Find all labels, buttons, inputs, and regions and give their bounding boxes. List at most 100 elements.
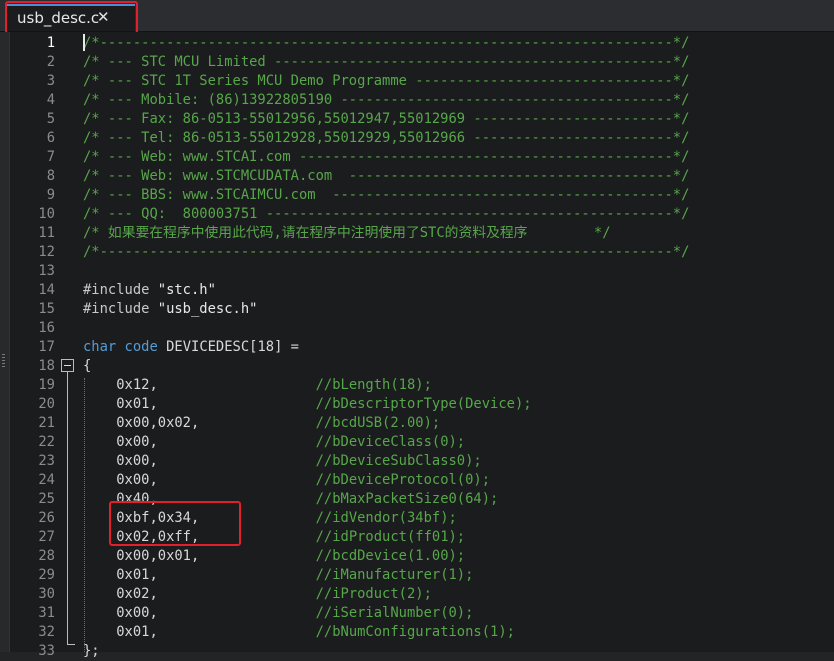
line-number: 12	[38, 244, 55, 260]
code-token: "usb_desc.h"	[157, 301, 258, 317]
code-text: 0x01, //bNumConfigurations(1);	[83, 623, 515, 642]
code-line[interactable]: 24 0x00, //bDeviceProtocol(0);	[0, 471, 834, 490]
line-number: 30	[38, 586, 55, 602]
code-text: /* --- STC MCU Limited -----------------…	[83, 53, 689, 72]
line-number: 7	[46, 149, 55, 165]
code-line[interactable]: 3 /* --- STC 1T Series MCU Demo Programme…	[0, 72, 834, 91]
line-number: 11	[38, 225, 55, 241]
code-token: /* --- Web: www.STCAI.com --------------…	[83, 149, 690, 165]
code-line[interactable]: 19 0x12, //bLength(18);	[0, 376, 834, 395]
code-text: /* --- BBS: www.STCAIMCU.com -----------…	[83, 186, 689, 205]
line-number: 3	[46, 73, 55, 89]
code-line[interactable]: 29 0x01, //iManufacturer(1);	[0, 566, 834, 585]
line-number: 9	[46, 187, 55, 203]
code-token: //idVendor(34bf);	[315, 510, 457, 526]
code-line[interactable]: 1 /*-------------------------------------…	[0, 34, 834, 53]
code-token: //bcdUSB(2.00);	[315, 415, 441, 431]
code-line[interactable]: 4 /* --- Mobile: (86)13922805190 --------…	[0, 91, 834, 110]
line-number: 23	[38, 453, 55, 469]
code-line[interactable]: 16	[0, 319, 834, 338]
fold-region-line	[67, 372, 68, 644]
code-line[interactable]: 11 /* 如果要在程序中使用此代码,请在程序中注明使用了STC的资料及程序 */	[0, 224, 834, 243]
code-line[interactable]: 7 /* --- Web: www.STCAI.com -------------…	[0, 148, 834, 167]
line-number: 2	[46, 54, 55, 70]
line-number: 16	[38, 320, 55, 336]
code-text: char code DEVICEDESC[18] =	[83, 338, 299, 357]
code-line[interactable]: 2 /* --- STC MCU Limited ----------------…	[0, 53, 834, 72]
code-token: //idProduct(ff01);	[315, 529, 466, 545]
code-text: 0x01, //iManufacturer(1);	[83, 566, 473, 585]
line-number: 21	[38, 415, 55, 431]
code-text: /* --- Web: www.STCAI.com --------------…	[83, 148, 689, 167]
code-text: 0x02, //iProduct(2);	[83, 585, 432, 604]
line-number: 26	[38, 510, 55, 526]
code-line[interactable]: 28 0x00,0x01, //bcdDevice(1.00);	[0, 547, 834, 566]
line-number: 17	[38, 339, 55, 355]
code-line[interactable]: 21 0x00,0x02, //bcdUSB(2.00);	[0, 414, 834, 433]
code-token: /* --- STC 1T Series MCU Demo Programme …	[83, 73, 690, 89]
code-token: //iSerialNumber(0);	[315, 605, 474, 621]
code-line[interactable]: 17 char code DEVICEDESC[18] =	[0, 338, 834, 357]
code-text: /* --- Fax: 86-0513-55012956,55012947,55…	[83, 110, 689, 129]
code-token: /* --- QQ: 800003751 -------------------…	[83, 206, 690, 222]
code-token: //bDeviceSubClass0);	[315, 453, 482, 469]
code-token: 0x01,	[83, 624, 316, 640]
code-token: /* --- STC MCU Limited -----------------…	[83, 54, 690, 70]
code-line[interactable]: 23 0x00, //bDeviceSubClass0);	[0, 452, 834, 471]
code-line[interactable]: 12 /*------------------------------------…	[0, 243, 834, 262]
code-text: 0x00,0x02, //bcdUSB(2.00);	[83, 414, 440, 433]
code-text: 0x00, //bDeviceProtocol(0);	[83, 471, 490, 490]
code-line[interactable]: 20 0x01, //bDescriptorType(Device);	[0, 395, 834, 414]
code-token: /* --- Tel: 86-0513-55012928,55012929,55…	[83, 130, 690, 146]
tab-bar: usb_desc.c ✕	[0, 0, 834, 34]
code-token: 0x00,	[83, 434, 316, 450]
code-text: /* --- QQ: 800003751 -------------------…	[83, 205, 689, 224]
tab-highlight-box	[5, 1, 138, 34]
code-text: #include "usb_desc.h"	[83, 300, 257, 319]
indent-guide	[84, 378, 86, 652]
code-line[interactable]: 32 0x01, //bNumConfigurations(1);	[0, 623, 834, 642]
code-line[interactable]: 30 0x02, //iProduct(2);	[0, 585, 834, 604]
line-number: 13	[38, 263, 55, 279]
code-line[interactable]: 18 {	[0, 357, 834, 376]
line-number: 10	[38, 206, 55, 222]
code-text: 0x00, //bDeviceClass(0);	[83, 433, 465, 452]
code-token: 0x01,	[83, 396, 316, 412]
code-text: 0x00,0x01, //bcdDevice(1.00);	[83, 547, 465, 566]
code-text: 0x00, //iSerialNumber(0);	[83, 604, 473, 623]
code-text: 0x01, //bDescriptorType(Device);	[83, 395, 531, 414]
line-number: 5	[46, 111, 55, 127]
code-line[interactable]: 8 /* --- Web: www.STCMCUDATA.com --------…	[0, 167, 834, 186]
code-token: /*--------------------------------------…	[83, 35, 690, 51]
code-line[interactable]: 6 /* --- Tel: 86-0513-55012928,55012929,5…	[0, 129, 834, 148]
code-line[interactable]: 9 /* --- BBS: www.STCAIMCU.com ----------…	[0, 186, 834, 205]
code-line[interactable]: 15 #include "usb_desc.h"	[0, 300, 834, 319]
code-token: //bDeviceProtocol(0);	[315, 472, 491, 488]
code-line[interactable]: 10 /* --- QQ: 800003751 -----------------…	[0, 205, 834, 224]
code-token: DEVICEDESC[18] =	[157, 339, 299, 355]
line-number: 32	[38, 624, 55, 640]
line-number: 8	[46, 168, 55, 184]
code-token: #include	[83, 301, 158, 317]
code-token: 0x00,0x02,	[83, 415, 316, 431]
code-token: {	[83, 358, 92, 374]
code-token: /* --- Web: www.STCMCUDATA.com ---------…	[83, 168, 690, 184]
code-token: "stc.h"	[157, 282, 216, 298]
line-number: 31	[38, 605, 55, 621]
code-token: 0x00,	[83, 453, 316, 469]
text-caret	[83, 34, 85, 51]
code-text: /* --- Web: www.STCMCUDATA.com ---------…	[83, 167, 689, 186]
code-text: /* 如果要在程序中使用此代码,请在程序中注明使用了STC的资料及程序 */	[83, 224, 611, 243]
line-number: 19	[38, 377, 55, 393]
code-line[interactable]: 5 /* --- Fax: 86-0513-55012956,55012947,5…	[0, 110, 834, 129]
code-token: /* --- BBS: www.STCAIMCU.com -----------…	[83, 187, 690, 203]
code-text: /* --- STC 1T Series MCU Demo Programme …	[83, 72, 689, 91]
code-line[interactable]: 31 0x00, //iSerialNumber(0);	[0, 604, 834, 623]
code-token: //bcdDevice(1.00);	[315, 548, 466, 564]
code-token: 0x00,	[83, 472, 316, 488]
code-token: /* 如果要在程序中使用此代码,请在程序中注明使用了STC的资料及程序 */	[83, 225, 611, 241]
code-line[interactable]: 13	[0, 262, 834, 281]
code-line[interactable]: 22 0x00, //bDeviceClass(0);	[0, 433, 834, 452]
collapse-icon[interactable]	[61, 359, 74, 372]
code-line[interactable]: 14 #include "stc.h"	[0, 281, 834, 300]
